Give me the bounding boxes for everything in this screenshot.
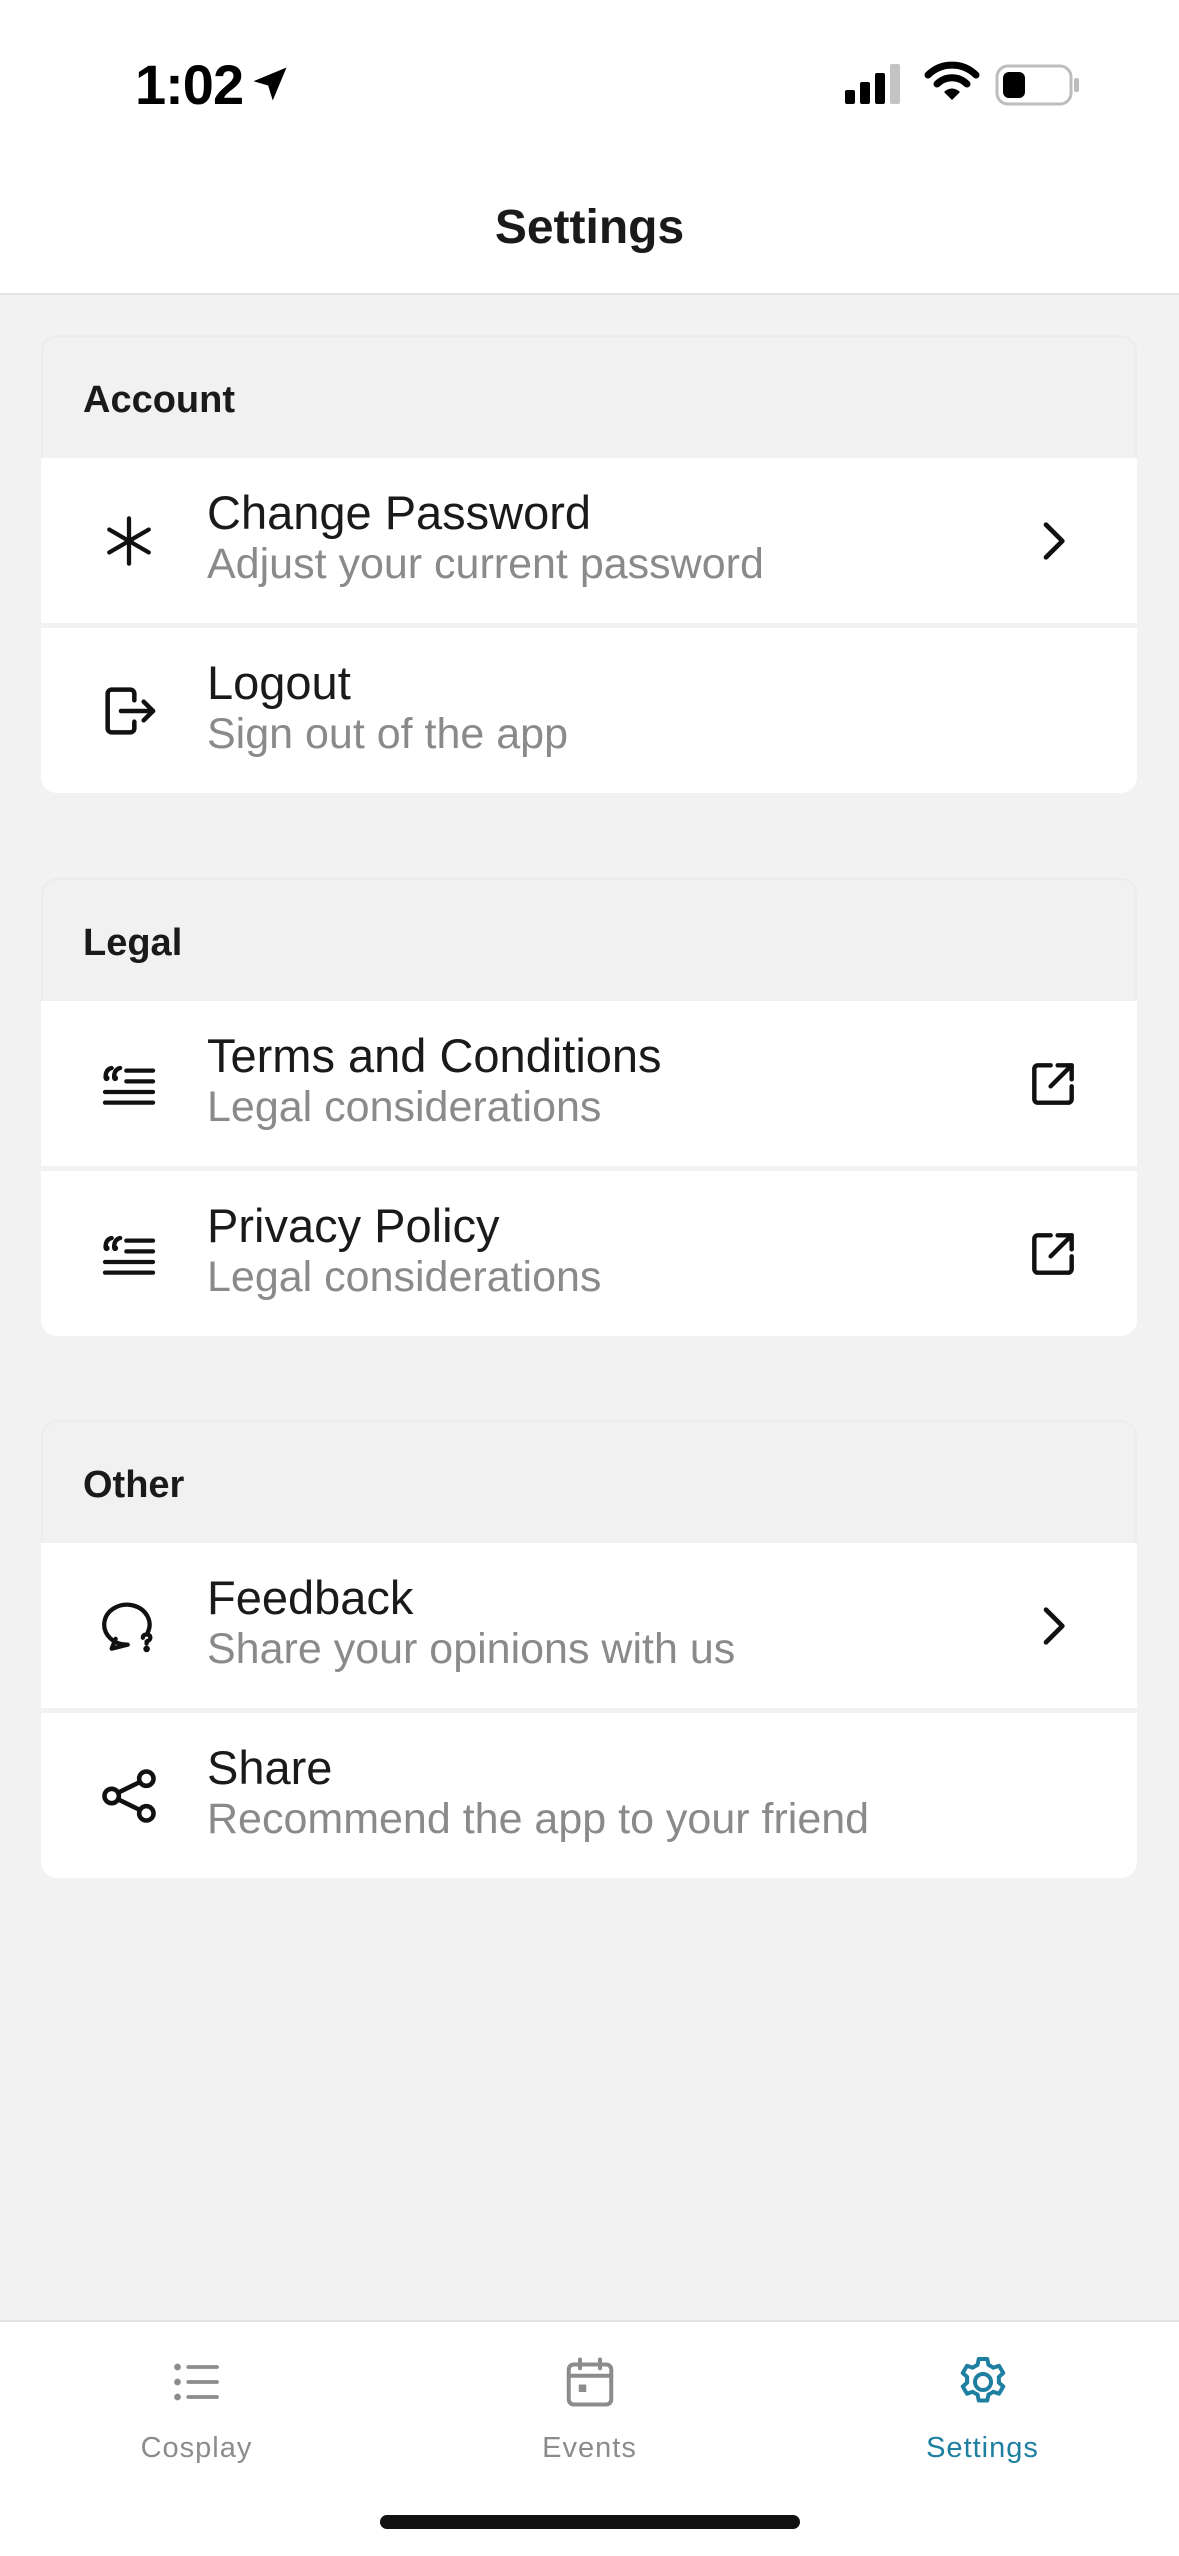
- privacy-policy-item[interactable]: Privacy Policy Legal considerations: [41, 1171, 1137, 1336]
- row-title: Logout: [207, 656, 351, 709]
- message-question-icon: [97, 1594, 161, 1658]
- quote-text-icon: [97, 1222, 161, 1286]
- row-title: Change Password: [207, 486, 592, 539]
- tab-label: Events: [542, 2432, 637, 2464]
- section-title: Other: [83, 1464, 185, 1506]
- tab-cosplay[interactable]: Cosplay: [0, 2322, 393, 2482]
- list-icon: [167, 2352, 227, 2412]
- home-indicator: [380, 2515, 800, 2529]
- section-title: Legal: [83, 922, 183, 964]
- page-title: Settings: [494, 201, 685, 254]
- section-header: Other: [41, 1420, 1137, 1543]
- chevron-right-icon: [1025, 513, 1081, 569]
- logout-icon: [97, 679, 161, 743]
- tab-events[interactable]: Events: [393, 2322, 786, 2482]
- quote-text-icon: [97, 1052, 161, 1116]
- section-title: Account: [83, 379, 235, 421]
- row-subtitle: Sign out of the app: [207, 710, 569, 758]
- row-subtitle: Adjust your current password: [207, 540, 764, 588]
- tab-settings[interactable]: Settings: [786, 2322, 1179, 2482]
- gear-icon: [953, 2352, 1013, 2412]
- row-title: Privacy Policy: [207, 1199, 500, 1252]
- status-bar: 1:02: [0, 0, 1179, 175]
- external-link-icon: [1025, 1056, 1081, 1112]
- battery-icon: [995, 64, 1081, 111]
- asterisk-icon: [97, 509, 161, 573]
- external-link-icon: [1025, 1226, 1081, 1282]
- navigation-header: Settings: [0, 175, 1179, 295]
- share-item[interactable]: Share Recommend the app to your friend: [41, 1713, 1137, 1878]
- row-subtitle: Recommend the app to your friend: [207, 1795, 870, 1843]
- tab-label: Settings: [926, 2432, 1039, 2464]
- row-title: Terms and Conditions: [207, 1029, 662, 1082]
- wifi-icon: [924, 60, 980, 109]
- calendar-icon: [560, 2352, 620, 2412]
- chevron-right-icon: [1025, 1598, 1081, 1654]
- tab-label: Cosplay: [140, 2432, 253, 2464]
- share-icon: [97, 1764, 161, 1828]
- row-subtitle: Legal considerations: [207, 1083, 602, 1131]
- logout-item[interactable]: Logout Sign out of the app: [41, 628, 1137, 793]
- section-other: Other Feedback Share your opinions with …: [41, 1420, 1137, 1878]
- location-arrow-icon: [248, 62, 292, 111]
- cellular-signal-icon: [845, 64, 905, 109]
- section-account: Account Change Password Adjust your curr…: [41, 335, 1137, 793]
- change-password-item[interactable]: Change Password Adjust your current pass…: [41, 458, 1137, 623]
- row-subtitle: Legal considerations: [207, 1253, 602, 1301]
- row-title: Feedback: [207, 1571, 414, 1624]
- row-subtitle: Share your opinions with us: [207, 1625, 736, 1673]
- row-title: Share: [207, 1741, 333, 1794]
- section-header: Legal: [41, 878, 1137, 1001]
- feedback-item[interactable]: Feedback Share your opinions with us: [41, 1543, 1137, 1708]
- section-header: Account: [41, 335, 1137, 458]
- section-legal: Legal Terms and Conditions Legal conside…: [41, 878, 1137, 1336]
- status-time: 1:02: [135, 53, 244, 116]
- terms-and-conditions-item[interactable]: Terms and Conditions Legal consideration…: [41, 1001, 1137, 1166]
